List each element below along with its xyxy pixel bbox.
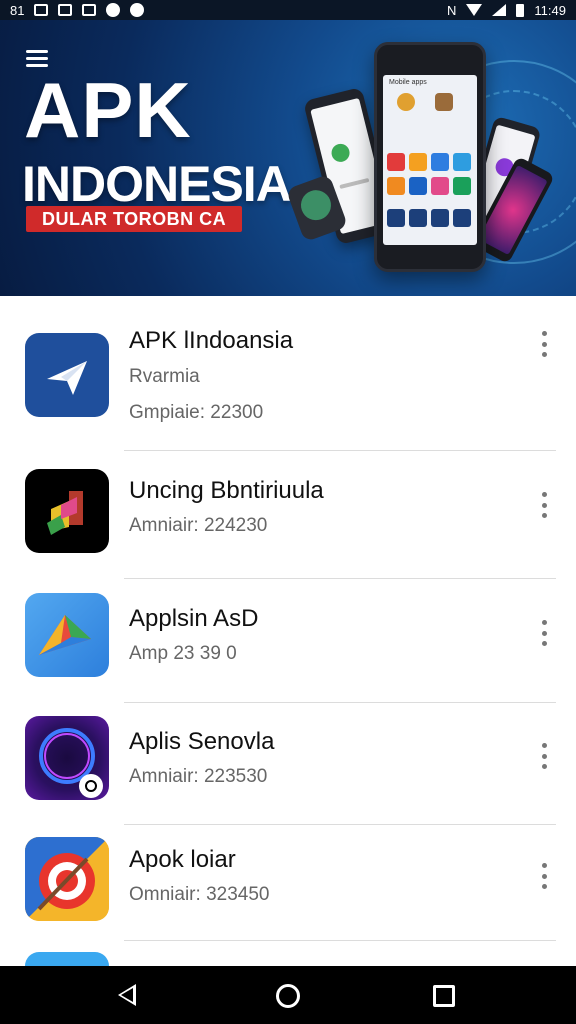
app-notification-icon xyxy=(130,3,145,17)
more-options-icon[interactable] xyxy=(536,743,552,769)
list-item[interactable]: Apok loiar Omniair: 323450 xyxy=(0,823,576,951)
hero-banner: APK INDONESIA DULAR TOROBN CA Mobile app… xyxy=(0,20,576,296)
settings-notification-icon xyxy=(106,3,121,17)
glowing-ring-icon xyxy=(25,716,109,800)
status-bar: 81 N 11:49 xyxy=(0,0,576,20)
app-name: Uncing Bbntiriuula xyxy=(129,477,324,504)
more-options-icon[interactable] xyxy=(536,331,552,357)
wifi-icon xyxy=(466,4,483,16)
home-icon[interactable] xyxy=(276,984,300,1008)
banner-title-apk: APK xyxy=(24,66,192,154)
gallery-notification-icon xyxy=(82,4,97,16)
app-name: Applsin AsD xyxy=(129,605,259,632)
banner-title-indonesia: INDONESIA xyxy=(22,156,292,212)
list-item[interactable]: Applsin AsD Amp 23 39 0 xyxy=(0,579,576,707)
paper-plane-icon xyxy=(25,333,109,417)
banner-tagline: DULAR TOROBN CA xyxy=(26,206,243,232)
google-play-icon xyxy=(25,593,109,677)
more-options-icon[interactable] xyxy=(536,620,552,646)
app-list: APK lIndoansia Rvarmia Gmpiaie: 22300 Un… xyxy=(0,296,576,966)
target-icon xyxy=(25,837,109,921)
app-meta: Amniair: 223530 xyxy=(129,766,268,787)
list-item[interactable]: Aplis Senovla Amniair: 223530 xyxy=(0,703,576,831)
status-left-text: 81 xyxy=(10,2,25,18)
app-meta: Gmpiaie: 22300 xyxy=(129,402,264,423)
app-meta: Amp 23 39 0 xyxy=(129,643,237,664)
app-meta: Amniair: 224230 xyxy=(129,515,268,536)
status-time: 11:49 xyxy=(534,2,566,18)
partial-app-icon xyxy=(25,952,109,966)
back-icon[interactable] xyxy=(118,984,136,1006)
list-item[interactable]: Uncing Bbntiriuula Amniair: 224230 xyxy=(0,451,576,579)
phone-screen-header: Mobile apps xyxy=(389,79,427,86)
app-name: Aplis Senovla xyxy=(129,728,275,755)
list-item[interactable]: APK lIndoansia Rvarmia Gmpiaie: 22300 xyxy=(0,296,576,451)
nfc-icon: N xyxy=(447,2,457,18)
phone-illustration-main: Mobile apps xyxy=(374,42,486,272)
notification-icon xyxy=(34,4,49,16)
system-nav-bar xyxy=(0,966,576,1024)
list-divider xyxy=(124,940,556,941)
app-meta: Omniair: 323450 xyxy=(129,884,270,905)
colorful-cube-icon xyxy=(25,469,109,553)
app-name: APK lIndoansia xyxy=(129,327,294,354)
app-description: Rvarmia xyxy=(129,366,200,387)
list-item-partial[interactable] xyxy=(0,946,576,966)
image-notification-icon xyxy=(58,4,73,16)
battery-icon xyxy=(516,3,525,17)
recent-apps-icon[interactable] xyxy=(433,985,455,1007)
app-name: Apok loiar xyxy=(129,846,236,873)
more-options-icon[interactable] xyxy=(536,863,552,889)
signal-icon xyxy=(492,4,507,16)
more-options-icon[interactable] xyxy=(536,492,552,518)
